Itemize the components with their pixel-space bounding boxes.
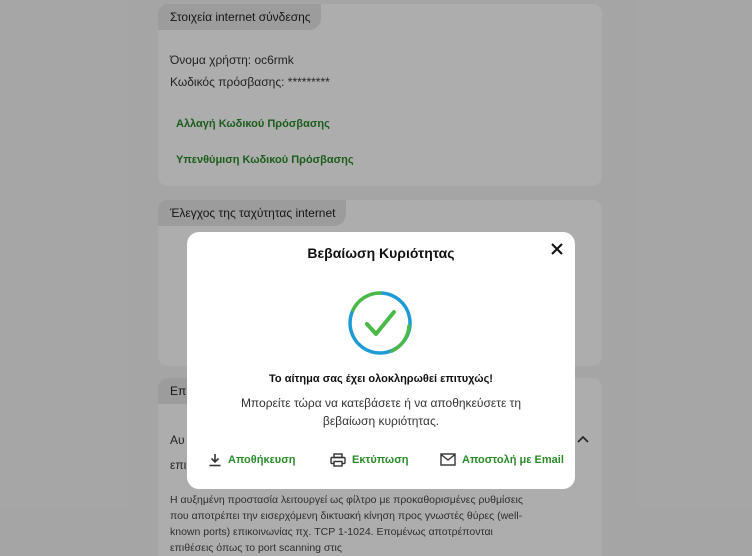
print-button[interactable]: Εκτύπωση [330, 453, 408, 467]
download-icon [209, 454, 221, 467]
check-circle-icon [348, 291, 412, 355]
print-label: Εκτύπωση [352, 454, 409, 466]
success-message: Το αίτημα σας έχει ολοκληρωθεί επιτυχώς! [269, 373, 493, 385]
ownership-certificate-modal: Βεβαίωση Κυριότητας Το αίτημα σας έχει ο… [187, 232, 575, 489]
mail-icon [440, 453, 456, 466]
modal-title: Βεβαίωση Κυριότητας [307, 245, 455, 261]
sub-message: Μπορείτε τώρα να κατεβάσετε ή να αποθηκε… [240, 396, 522, 428]
email-label: Αποστολή με Email [462, 453, 564, 466]
save-button[interactable]: Αποθήκευση [208, 453, 295, 467]
close-icon[interactable] [550, 242, 564, 256]
printer-icon [330, 453, 346, 467]
email-button[interactable]: Αποστολή με Email [440, 453, 564, 466]
save-label: Αποθήκευση [228, 454, 296, 466]
